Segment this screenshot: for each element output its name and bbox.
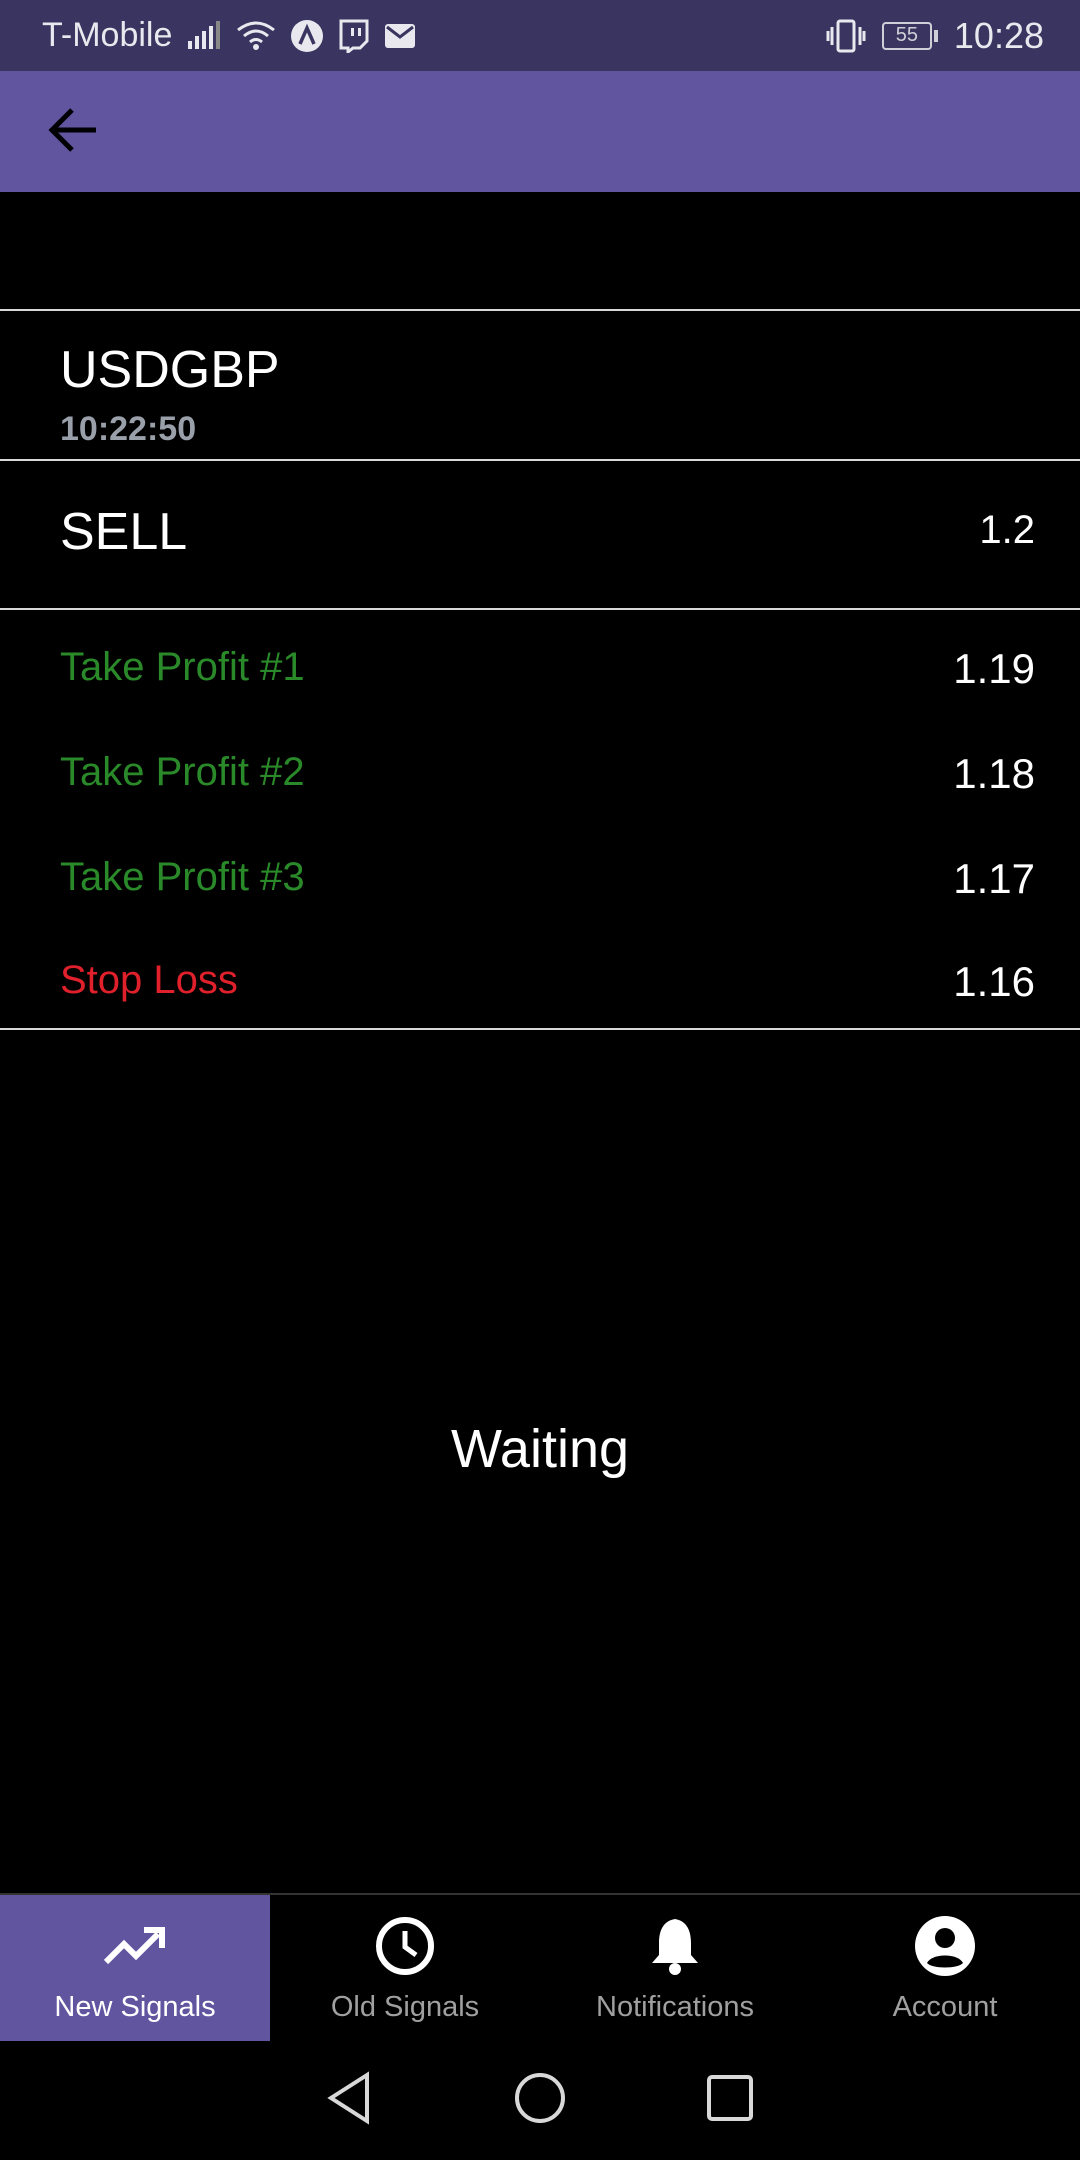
system-navigation-bar <box>0 2041 1080 2160</box>
nav-label: Account <box>892 1991 998 2023</box>
stop-loss-value: 1.16 <box>953 958 1035 1005</box>
bell-icon <box>648 1915 702 1977</box>
take-profit-3-value: 1.17 <box>953 855 1035 902</box>
nav-account[interactable]: Account <box>810 1895 1080 2041</box>
take-profit-1-row: Take Profit #1 1.19 <box>0 645 1080 705</box>
clock-icon <box>374 1915 436 1977</box>
system-back-button[interactable] <box>320 2071 380 2131</box>
take-profit-1-value: 1.19 <box>953 645 1035 692</box>
nav-label: New Signals <box>54 1991 216 2023</box>
take-profit-2-label: Take Profit #2 <box>60 750 305 794</box>
app-bar <box>0 71 1080 192</box>
divider <box>0 309 1080 311</box>
signal-status: Waiting <box>450 1419 630 1479</box>
signal-action: SELL <box>60 503 188 561</box>
mail-icon <box>384 23 416 49</box>
nav-new-signals[interactable]: New Signals <box>0 1895 270 2041</box>
square-recents-icon <box>705 2073 755 2128</box>
account-circle-icon <box>914 1915 976 1977</box>
battery-level: 55 <box>881 21 932 50</box>
divider <box>0 459 1080 461</box>
take-profit-2-value: 1.18 <box>953 750 1035 797</box>
arrow-back-icon <box>46 106 100 159</box>
triangle-back-icon <box>325 2071 375 2130</box>
nav-notifications[interactable]: Notifications <box>540 1895 810 2041</box>
nav-label: Old Signals <box>330 1991 480 2023</box>
take-profit-3-row: Take Profit #3 1.17 <box>0 855 1080 915</box>
nav-label: Notifications <box>596 1991 754 2023</box>
circle-home-icon <box>513 2071 567 2130</box>
status-bar: T-Mobile 55 10:28 <box>0 0 1080 71</box>
system-home-button[interactable] <box>510 2071 570 2131</box>
take-profit-2-row: Take Profit #2 1.18 <box>0 750 1080 810</box>
take-profit-1-label: Take Profit #1 <box>60 645 305 689</box>
divider <box>0 1028 1080 1030</box>
cell-signal-icon <box>186 20 222 51</box>
divider <box>0 608 1080 610</box>
clock-time: 10:28 <box>953 14 1044 56</box>
currency-pair: USDGBP <box>60 341 280 399</box>
stop-loss-label: Stop Loss <box>60 958 238 1002</box>
back-button[interactable] <box>46 101 122 163</box>
battery-icon: 55 <box>881 21 938 50</box>
carrier-name: T-Mobile <box>42 16 173 54</box>
take-profit-3-label: Take Profit #3 <box>60 855 305 899</box>
nav-old-signals[interactable]: Old Signals <box>270 1895 540 2041</box>
app-a-icon <box>290 19 324 53</box>
entry-price: 1.2 <box>979 508 1035 552</box>
twitch-icon <box>338 19 370 53</box>
stop-loss-row: Stop Loss 1.16 <box>0 958 1080 1018</box>
bottom-navigation: New Signals Old Signals Notifications Ac… <box>0 1893 1080 2041</box>
signal-time: 10:22:50 <box>60 410 197 448</box>
trending-up-icon <box>102 1915 168 1977</box>
vibrate-icon <box>826 19 866 53</box>
wifi-icon <box>236 20 276 52</box>
system-recents-button[interactable] <box>700 2071 760 2131</box>
